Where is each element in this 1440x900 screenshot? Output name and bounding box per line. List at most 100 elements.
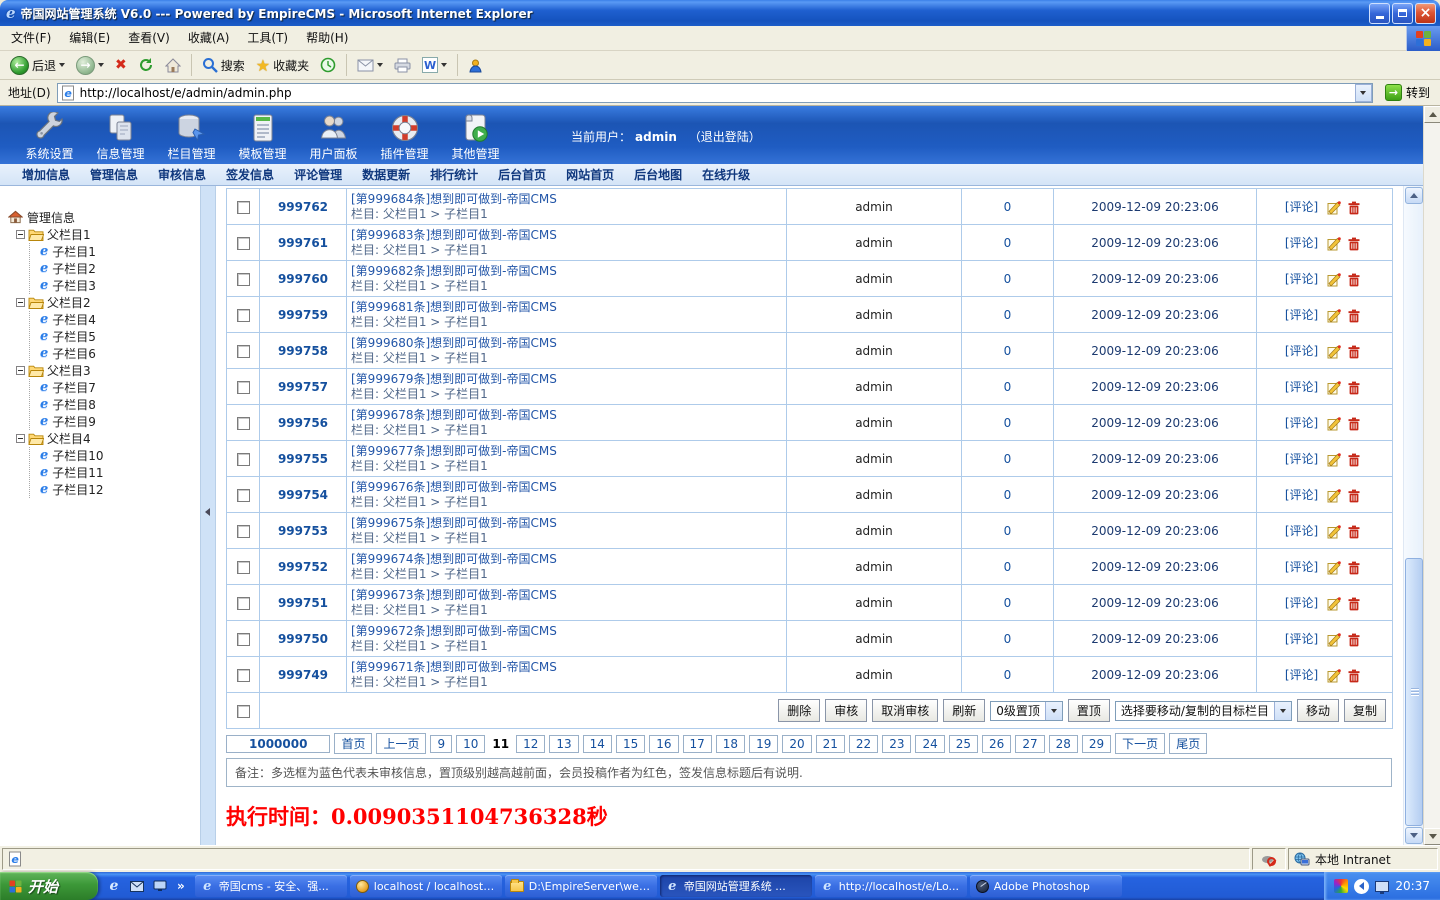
top-nav-lifebuoy[interactable]: 插件管理	[369, 110, 440, 162]
taskbar-button[interactable]: e帝国网站管理系统 ...	[660, 875, 812, 897]
back-dropdown-icon[interactable]	[59, 63, 65, 67]
history-button[interactable]	[316, 55, 340, 75]
menu-item[interactable]: 文件(F)	[2, 31, 60, 45]
trash-icon[interactable]	[1347, 525, 1361, 539]
network-tray-icon[interactable]	[1375, 881, 1389, 892]
comment-link[interactable]: [评论]	[1285, 488, 1318, 502]
edit-icon[interactable]	[1327, 489, 1341, 503]
comment-link[interactable]: [评论]	[1285, 416, 1318, 430]
comment-link[interactable]: [评论]	[1285, 344, 1318, 358]
taskbar-button[interactable]: D:\EmpireServer\web...	[505, 875, 657, 897]
move-button[interactable]: 移动	[1297, 699, 1339, 722]
subnav-item[interactable]: 在线升级	[692, 166, 760, 183]
row-checkbox[interactable]	[237, 345, 250, 358]
row-title-link[interactable]: [第999679条]想到即可做到-帝国CMS	[351, 372, 782, 387]
delete-button[interactable]: 删除	[778, 699, 820, 722]
quicklaunch-overflow-icon[interactable]: »	[175, 879, 187, 893]
logout-link[interactable]: （退出登陆）	[689, 130, 761, 144]
tree-child-item[interactable]: e子栏目5	[40, 328, 200, 345]
taskbar-button[interactable]: localhost / localhost / ...	[350, 875, 502, 897]
row-checkbox[interactable]	[237, 309, 250, 322]
tree-child-item[interactable]: e子栏目10	[40, 447, 200, 464]
target-column-select[interactable]: 选择要移动/复制的目标栏目	[1115, 701, 1292, 721]
menu-item[interactable]: 收藏(A)	[179, 31, 239, 45]
edit-icon[interactable]	[1327, 381, 1341, 395]
row-title-link[interactable]: [第999675条]想到即可做到-帝国CMS	[351, 516, 782, 531]
tree-child-item[interactable]: e子栏目6	[40, 345, 200, 362]
page-number-button[interactable]: 28	[1049, 735, 1078, 753]
page-number-button[interactable]: 27	[1015, 735, 1044, 753]
maximize-button[interactable]	[1392, 3, 1413, 24]
page-number-button[interactable]: 15	[616, 735, 645, 753]
copy-button[interactable]: 复制	[1344, 699, 1386, 722]
page-number-button[interactable]: 24	[915, 735, 944, 753]
home-button[interactable]	[161, 56, 185, 75]
row-title-link[interactable]: [第999677条]想到即可做到-帝国CMS	[351, 444, 782, 459]
subnav-item[interactable]: 后台地图	[624, 166, 692, 183]
page-number-button[interactable]: 16	[649, 735, 678, 753]
trash-icon[interactable]	[1347, 561, 1361, 575]
page-number-button[interactable]: 25	[949, 735, 978, 753]
sidebar-splitter[interactable]	[200, 186, 216, 845]
trash-icon[interactable]	[1347, 489, 1361, 503]
edit-dropdown-icon[interactable]	[441, 63, 447, 67]
row-checkbox[interactable]	[237, 561, 250, 574]
subnav-item[interactable]: 数据更新	[352, 166, 420, 183]
subnav-item[interactable]: 后台首页	[488, 166, 556, 183]
subnav-item[interactable]: 网站首页	[556, 166, 624, 183]
browser-scrollbar[interactable]	[1423, 106, 1440, 845]
edit-icon[interactable]	[1327, 561, 1341, 575]
row-title-link[interactable]: [第999671条]想到即可做到-帝国CMS	[351, 660, 782, 675]
minimize-button[interactable]	[1369, 3, 1390, 24]
comment-link[interactable]: [评论]	[1285, 524, 1318, 538]
trash-icon[interactable]	[1347, 201, 1361, 215]
edit-icon[interactable]	[1327, 453, 1341, 467]
row-checkbox[interactable]	[237, 381, 250, 394]
tree-child-item[interactable]: e子栏目2	[40, 260, 200, 277]
comment-link[interactable]: [评论]	[1285, 452, 1318, 466]
collapse-node-icon[interactable]	[16, 230, 25, 239]
quicklaunch-mail-icon[interactable]	[129, 878, 145, 894]
trash-icon[interactable]	[1347, 633, 1361, 647]
last-page-button[interactable]: 尾页	[1169, 733, 1207, 754]
edit-icon[interactable]	[1327, 417, 1341, 431]
collapse-node-icon[interactable]	[16, 298, 25, 307]
set-top-button[interactable]: 置顶	[1068, 699, 1110, 722]
taskbar-button[interactable]: e帝国cms - 安全、强...	[195, 875, 347, 897]
top-nav-documents[interactable]: 信息管理	[85, 110, 156, 162]
row-title-link[interactable]: [第999683条]想到即可做到-帝国CMS	[351, 228, 782, 243]
tree-child-item[interactable]: e子栏目7	[40, 379, 200, 396]
row-checkbox[interactable]	[237, 597, 250, 610]
row-checkbox[interactable]	[237, 453, 250, 466]
forward-dropdown-icon[interactable]	[98, 63, 104, 67]
prev-page-button[interactable]: 上一页	[376, 733, 426, 754]
address-input[interactable]: e http://localhost/e/admin/admin.php	[57, 83, 1373, 103]
trash-icon[interactable]	[1347, 453, 1361, 467]
close-button[interactable]: ×	[1415, 3, 1436, 24]
comment-link[interactable]: [评论]	[1285, 632, 1318, 646]
print-button[interactable]	[390, 56, 415, 75]
edit-icon[interactable]	[1327, 525, 1341, 539]
go-button[interactable]: → 转到	[1379, 84, 1436, 101]
hide-tray-icons-button[interactable]	[1354, 879, 1369, 894]
taskbar-button[interactable]: Adobe Photoshop	[970, 875, 1122, 897]
top-level-select[interactable]: 0级置顶	[990, 701, 1063, 721]
top-nav-database[interactable]: 栏目管理	[156, 110, 227, 162]
browser-scroll-up-icon[interactable]	[1424, 106, 1440, 123]
subnav-item[interactable]: 审核信息	[148, 166, 216, 183]
collapse-node-icon[interactable]	[16, 434, 25, 443]
tree-parent-item[interactable]: 父栏目1	[16, 226, 200, 243]
comment-link[interactable]: [评论]	[1285, 236, 1318, 250]
page-number-button[interactable]: 18	[716, 735, 745, 753]
tree-child-item[interactable]: e子栏目8	[40, 396, 200, 413]
page-number-button[interactable]: 20	[782, 735, 811, 753]
browser-scroll-down-icon[interactable]	[1424, 828, 1440, 845]
tree-parent-item[interactable]: 父栏目4	[16, 430, 200, 447]
tree-root-item[interactable]: 管理信息	[8, 208, 200, 226]
trash-icon[interactable]	[1347, 417, 1361, 431]
top-nav-wrench[interactable]: 系统设置	[14, 110, 85, 162]
page-number-button[interactable]: 13	[549, 735, 578, 753]
trash-icon[interactable]	[1347, 273, 1361, 287]
next-page-button[interactable]: 下一页	[1115, 733, 1165, 754]
address-dropdown-button[interactable]	[1355, 84, 1372, 102]
